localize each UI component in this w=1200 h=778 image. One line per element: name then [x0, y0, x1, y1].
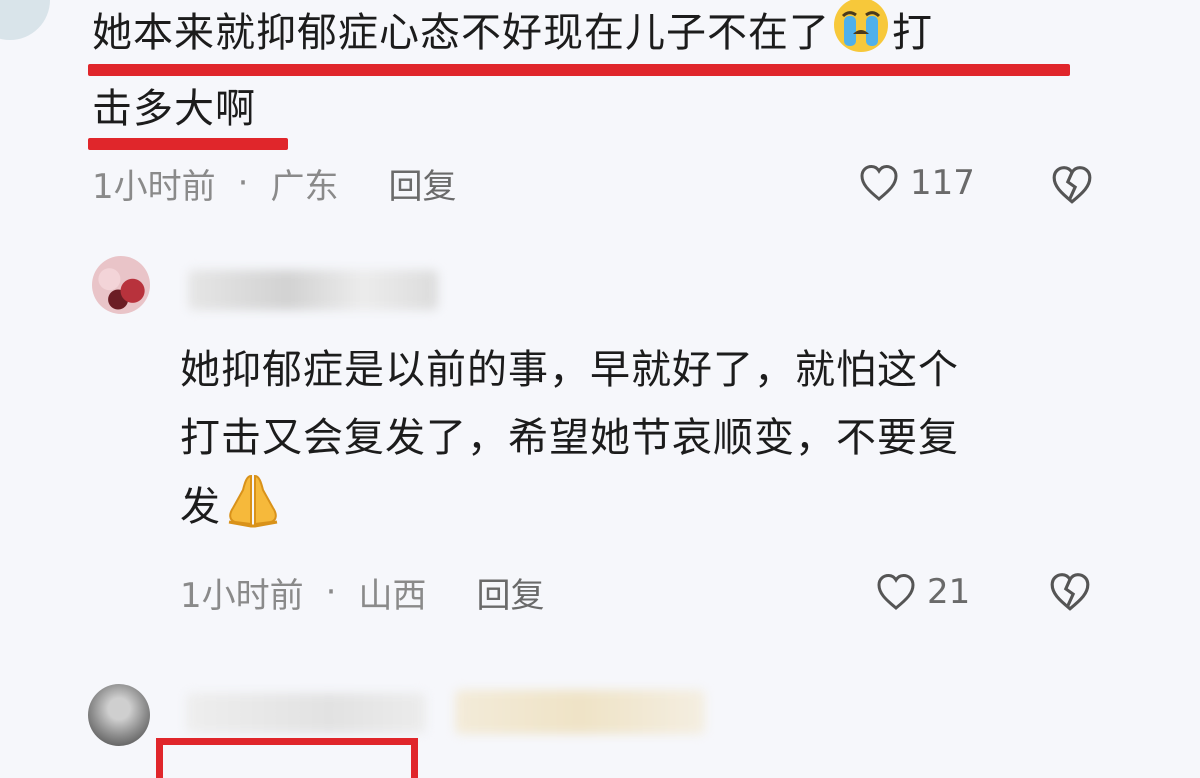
comment-2-text: 她抑郁症是以前的事，早就好了，就怕这个 打击又会复发了，希望她节哀顺变，不要复 …	[180, 336, 1100, 549]
comment-2-meta: 1小时前 · 山西 回复	[180, 567, 544, 617]
highlight-underline-2	[88, 138, 288, 150]
avatar-partial[interactable]	[0, 0, 50, 40]
comment-3-avatar[interactable]	[88, 684, 150, 746]
comment-1-location: 广东	[270, 166, 339, 207]
comment-1-line-2: 击多大啊	[92, 86, 256, 132]
comment-1-reply-button[interactable]: 回复	[388, 159, 456, 208]
comment-1-meta: 1小时前 · 广东 回复	[92, 158, 456, 208]
folded-hands-emoji	[221, 472, 285, 549]
comment-1-like-button[interactable]: 117	[858, 158, 975, 208]
comment-1-line-1-tail: 打	[892, 10, 933, 56]
comment-1-time: 1小时前	[92, 166, 216, 207]
broken-heart-icon[interactable]	[1048, 570, 1092, 614]
comment-2-username-blurred[interactable]	[188, 270, 438, 310]
heart-outline-icon	[860, 164, 898, 201]
comment-2-line-3: 发	[180, 484, 221, 530]
comment-2-like-count: 21	[927, 572, 971, 612]
comment-1-like-count: 117	[910, 163, 975, 203]
comment-3-username-blurred[interactable]	[186, 693, 426, 733]
comment-2-like-button[interactable]: 21	[875, 567, 970, 617]
heart-outline-icon	[877, 573, 915, 610]
comment-2-line-1: 她抑郁症是以前的事，早就好了，就怕这个	[180, 347, 959, 393]
highlight-underline-1	[88, 64, 1070, 76]
comment-1-line-1: 她本来就抑郁症心态不好现在儿子不在了	[92, 10, 830, 56]
comment-2-reply-button[interactable]: 回复	[476, 568, 544, 617]
broken-heart-icon[interactable]	[1050, 163, 1094, 207]
comment-3-badge-blurred	[455, 690, 705, 734]
meta-separator: ·	[325, 572, 337, 612]
meta-separator: ·	[237, 163, 249, 203]
comment-2-line-2: 打击又会复发了，希望她节哀顺变，不要复	[180, 415, 959, 461]
highlight-box	[156, 738, 418, 778]
comment-2-avatar[interactable]	[92, 256, 150, 314]
comment-2-time: 1小时前	[180, 575, 304, 616]
comment-2-location: 山西	[358, 575, 427, 616]
